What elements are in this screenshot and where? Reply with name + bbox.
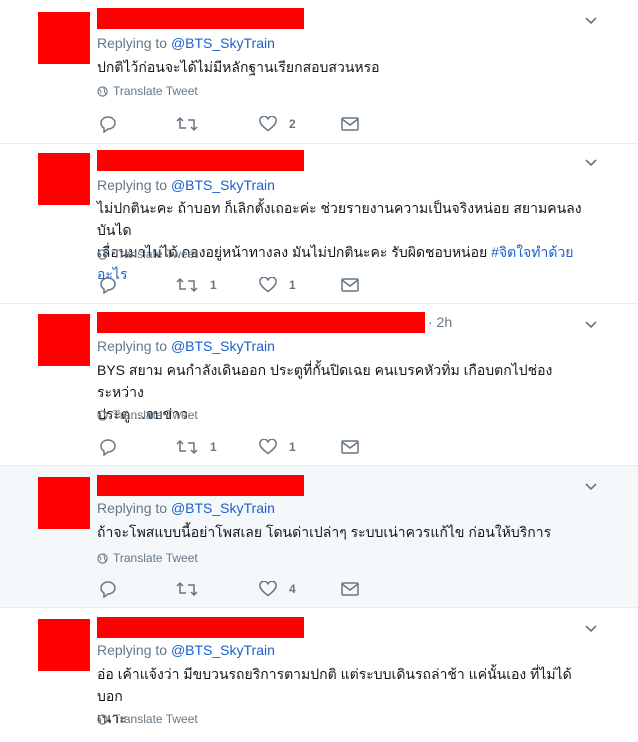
- globe-icon: [97, 713, 108, 725]
- translate-label: Translate Tweet: [113, 84, 198, 98]
- reply-icon: [100, 116, 116, 133]
- tweet[interactable]: Replying to @BTS_SkyTrain ปกติไว้ก่อนจะไ…: [0, 0, 638, 144]
- replying-prefix: Replying to: [97, 35, 171, 51]
- retweet-icon: [176, 277, 198, 293]
- reply-button[interactable]: [98, 579, 118, 599]
- tweet[interactable]: Replying to @BTS_SkyTrain ไม่ปกตินะคะ ถ้…: [0, 144, 638, 304]
- reply-handle-link[interactable]: @BTS_SkyTrain: [171, 338, 275, 354]
- retweet-count: 1: [210, 278, 217, 292]
- avatar[interactable]: [38, 619, 90, 671]
- translate-tweet-link[interactable]: Translate Tweet: [97, 84, 198, 98]
- reply-button[interactable]: [98, 275, 118, 295]
- globe-icon: [97, 248, 108, 260]
- chevron-down-icon[interactable]: [583, 12, 599, 28]
- replying-to: Replying to @BTS_SkyTrain: [97, 177, 275, 193]
- tweet-actions: 1 1: [98, 437, 378, 457]
- message-icon: [341, 117, 359, 131]
- replying-to: Replying to @BTS_SkyTrain: [97, 35, 275, 51]
- reply-handle-link[interactable]: @BTS_SkyTrain: [171, 642, 275, 658]
- retweet-button[interactable]: [176, 114, 198, 134]
- retweet-button[interactable]: 1: [176, 275, 217, 295]
- retweet-icon: [176, 439, 198, 455]
- globe-icon: [97, 85, 108, 97]
- chevron-down-icon[interactable]: [583, 478, 599, 494]
- like-count: 1: [289, 440, 296, 454]
- retweet-count: 1: [210, 440, 217, 454]
- translate-label: Translate Tweet: [113, 408, 198, 422]
- reply-handle-link[interactable]: @BTS_SkyTrain: [171, 35, 275, 51]
- heart-icon: [259, 277, 277, 293]
- message-icon: [341, 582, 359, 596]
- tweet[interactable]: Replying to @BTS_SkyTrain ถ้าจะโพสแบบนี้…: [0, 466, 638, 608]
- message-icon: [341, 278, 359, 292]
- redacted-username[interactable]: [97, 617, 304, 638]
- redacted-username[interactable]: [97, 150, 304, 171]
- like-button[interactable]: 1: [259, 275, 296, 295]
- like-button[interactable]: 2: [259, 114, 296, 134]
- replying-prefix: Replying to: [97, 177, 171, 193]
- replying-to: Replying to @BTS_SkyTrain: [97, 500, 275, 516]
- chevron-down-icon[interactable]: [583, 316, 599, 332]
- retweet-icon: [176, 116, 198, 132]
- tweet-text: ปกติไว้ก่อนจะได้ไม่มีหลักฐานเรียกสอบสวนห…: [97, 59, 380, 75]
- direct-message-button[interactable]: [341, 114, 359, 134]
- direct-message-button[interactable]: [341, 275, 359, 295]
- translate-label: Translate Tweet: [113, 712, 198, 726]
- tweet[interactable]: Replying to @BTS_SkyTrain อ่อ เค้าแจ้งว่…: [0, 608, 638, 742]
- like-button[interactable]: 4: [259, 579, 296, 599]
- avatar[interactable]: [38, 153, 90, 205]
- retweet-button[interactable]: [176, 579, 198, 599]
- translate-tweet-link[interactable]: Translate Tweet: [97, 551, 198, 565]
- avatar[interactable]: [38, 477, 90, 529]
- tweet-text-line: BYS สยาม คนกำลังเดินออก ประตูที่กั้นปิดเ…: [97, 362, 553, 400]
- avatar[interactable]: [38, 12, 90, 64]
- reply-button[interactable]: [98, 114, 118, 134]
- avatar[interactable]: [38, 314, 90, 366]
- direct-message-button[interactable]: [341, 579, 359, 599]
- chevron-down-icon[interactable]: [583, 154, 599, 170]
- direct-message-button[interactable]: [341, 437, 359, 457]
- translate-tweet-link[interactable]: Translate Tweet: [97, 247, 198, 261]
- heart-icon: [259, 116, 277, 132]
- replying-prefix: Replying to: [97, 500, 171, 516]
- heart-icon: [259, 439, 277, 455]
- tweet-actions: 2: [98, 114, 378, 134]
- replying-to: Replying to @BTS_SkyTrain: [97, 642, 275, 658]
- retweet-button[interactable]: 1: [176, 437, 217, 457]
- reply-handle-link[interactable]: @BTS_SkyTrain: [171, 500, 275, 516]
- tweet-text-line: อ่อ เค้าแจ้งว่า มีขบวนรถยริการตามปกติ แต…: [97, 666, 572, 704]
- reply-icon: [100, 581, 116, 598]
- replying-prefix: Replying to: [97, 642, 171, 658]
- translate-label: Translate Tweet: [113, 247, 198, 261]
- like-count: 1: [289, 278, 296, 292]
- heart-icon: [259, 581, 277, 597]
- redacted-username[interactable]: [97, 475, 304, 496]
- like-button[interactable]: 1: [259, 437, 296, 457]
- message-icon: [341, 440, 359, 454]
- tweet-actions: 1 1: [98, 275, 378, 295]
- chevron-down-icon[interactable]: [583, 620, 599, 636]
- reply-button[interactable]: [98, 437, 118, 457]
- translate-tweet-link[interactable]: Translate Tweet: [97, 408, 198, 422]
- globe-icon: [97, 409, 108, 421]
- replying-to: Replying to @BTS_SkyTrain: [97, 338, 275, 354]
- replying-prefix: Replying to: [97, 338, 171, 354]
- tweet-timestamp[interactable]: · 2h: [428, 314, 452, 330]
- like-count: 2: [289, 117, 296, 131]
- reply-icon: [100, 277, 116, 294]
- globe-icon: [97, 552, 108, 564]
- tweet-text-line: ไม่ปกตินะคะ ถ้าบอท ก็เลิกตั้งเถอะค่ะ ช่ว…: [97, 200, 582, 238]
- redacted-username[interactable]: [97, 312, 425, 333]
- redacted-username[interactable]: [97, 8, 304, 29]
- reply-handle-link[interactable]: @BTS_SkyTrain: [171, 177, 275, 193]
- like-count: 4: [289, 582, 296, 596]
- tweet[interactable]: · 2h Replying to @BTS_SkyTrain BYS สยาม …: [0, 304, 638, 466]
- tweet-text: ถ้าจะโพสแบบนี้อย่าโพสเลย โดนด่าเปล่าๆ ระ…: [97, 524, 552, 540]
- tweet-actions: 4: [98, 579, 378, 599]
- translate-tweet-link[interactable]: Translate Tweet: [97, 712, 198, 726]
- translate-label: Translate Tweet: [113, 551, 198, 565]
- retweet-icon: [176, 581, 198, 597]
- reply-icon: [100, 439, 116, 456]
- tweet-text: ไม่ปกตินะคะ ถ้าบอท ก็เลิกตั้งเถอะค่ะ ช่ว…: [97, 197, 597, 285]
